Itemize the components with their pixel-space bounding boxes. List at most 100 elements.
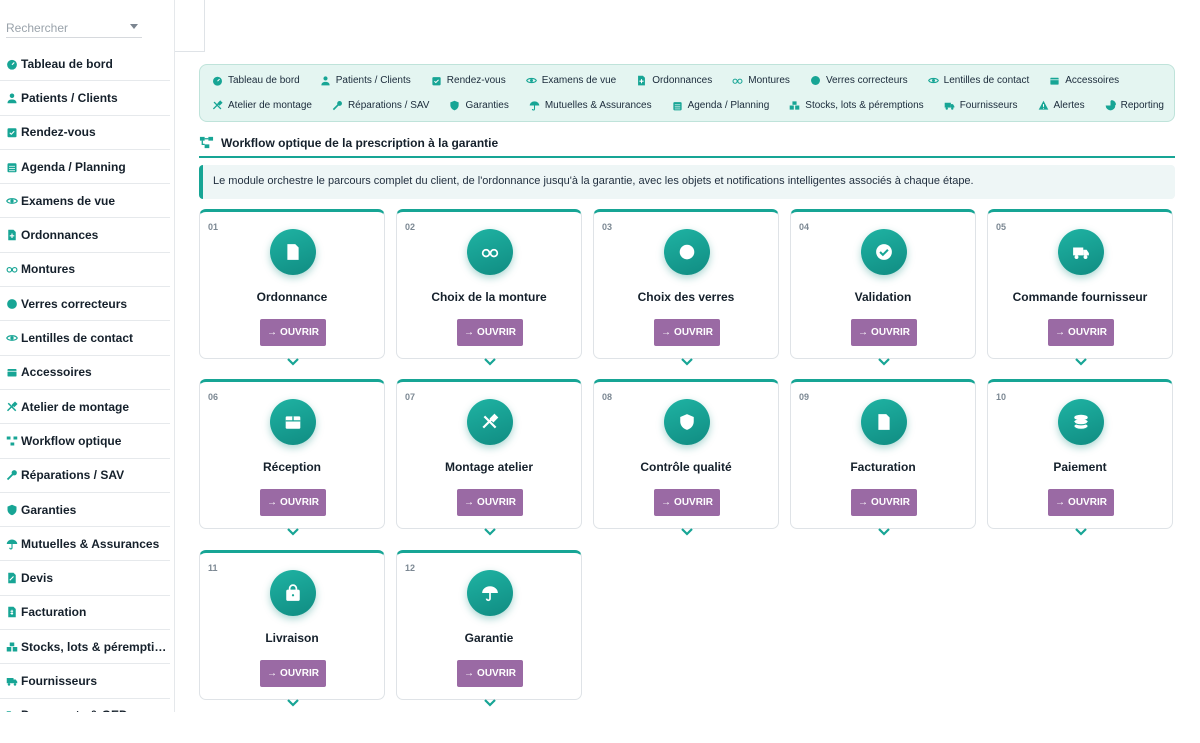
top-menu-item[interactable]: Mutuelles & Assurances: [529, 98, 652, 112]
sidebar-item[interactable]: Devis: [0, 561, 170, 596]
sidebar-item-label: Agenda / Planning: [21, 159, 126, 174]
workflow-step-card: 01 Ordonnance → OUVRIR: [199, 209, 385, 366]
open-button-label: OUVRIR: [280, 668, 319, 679]
search-placeholder: Rechercher: [6, 21, 69, 35]
open-button[interactable]: → OUVRIR: [1048, 489, 1114, 516]
top-menu-item[interactable]: Ordonnances: [636, 73, 712, 87]
top-menu-label: Alertes: [1053, 99, 1085, 111]
sidebar-item[interactable]: Facturation: [0, 596, 170, 631]
chevron-down-icon: [877, 524, 891, 536]
open-button[interactable]: → OUVRIR: [851, 489, 917, 516]
workflow-step-card: 08 Contrôle qualité → OUVRIR: [593, 379, 779, 536]
section-header: Workflow optique de la prescription à la…: [199, 134, 1175, 158]
top-menu-item[interactable]: Garanties: [449, 98, 509, 112]
sidebar-item-label: Ordonnances: [21, 228, 99, 243]
top-panel-box: [175, 0, 205, 52]
calendar-icon: [672, 100, 683, 111]
open-button[interactable]: → OUVRIR: [851, 319, 917, 346]
open-button[interactable]: → OUVRIR: [654, 319, 720, 346]
top-menu-item[interactable]: Montures: [732, 73, 790, 87]
top-menu-item[interactable]: Fournisseurs: [944, 98, 1018, 112]
sidebar-item[interactable]: Tableau de bord: [0, 47, 170, 82]
open-button[interactable]: → OUVRIR: [457, 319, 523, 346]
step-number: 05: [996, 222, 1007, 232]
sidebar-item[interactable]: Accessoires: [0, 356, 170, 390]
sidebar-item-label: Fournisseurs: [21, 673, 98, 688]
sidebar-item[interactable]: Montures: [0, 253, 170, 288]
step-number: 11: [208, 563, 218, 573]
gauge-icon: [6, 58, 18, 70]
workflow-step-card: 11 Livraison → OUVRIR: [199, 550, 385, 707]
chevron-down-icon: [1074, 354, 1088, 366]
top-menu-label: Agenda / Planning: [687, 99, 770, 111]
arrow-right-icon: →: [464, 497, 475, 508]
top-menu-item[interactable]: Verres correcteurs: [810, 73, 908, 87]
open-button-label: OUVRIR: [280, 327, 319, 338]
open-button[interactable]: → OUVRIR: [1048, 319, 1114, 346]
top-menu-item[interactable]: Alertes: [1038, 98, 1085, 112]
workflow-step-card: 05 Commande fournisseur → OUVRIR: [987, 209, 1173, 366]
sidebar-item[interactable]: Rendez-vous: [0, 116, 170, 150]
top-menu-item[interactable]: Stocks, lots & péremptions: [789, 98, 924, 112]
top-menu-item[interactable]: Examens de vue: [525, 73, 617, 87]
top-menu-item[interactable]: Patients / Clients: [320, 73, 411, 87]
step-number: 10: [996, 392, 1007, 402]
sidebar-item[interactable]: Ordonnances: [0, 218, 170, 253]
step-title: Livraison: [265, 631, 319, 645]
search-select[interactable]: Rechercher: [6, 18, 142, 38]
chevron-down-icon: [1074, 524, 1088, 536]
step-title: Contrôle qualité: [640, 460, 732, 474]
arrow-right-icon: →: [267, 668, 278, 679]
arrow-right-icon: →: [661, 497, 672, 508]
arrow-right-icon: →: [1055, 327, 1066, 338]
top-menu-item[interactable]: Rendez-vous: [431, 73, 506, 87]
sidebar-item[interactable]: Atelier de montage: [0, 390, 170, 425]
top-menu-item[interactable]: Agenda / Planning: [672, 98, 770, 112]
top-menu-label: Examens de vue: [541, 74, 617, 86]
sidebar-item[interactable]: Mutuelles & Assurances: [0, 527, 170, 562]
top-menu-item[interactable]: Réparations / SAV: [332, 98, 430, 112]
tools-icon: [212, 99, 223, 111]
glasses-icon: [467, 229, 513, 275]
step-number: 01: [208, 222, 219, 232]
sidebar-item[interactable]: Documents & GED: [0, 699, 170, 712]
open-button[interactable]: → OUVRIR: [260, 660, 326, 687]
top-menu-item[interactable]: Tableau de bord: [212, 73, 300, 87]
chevron-down-icon: [680, 524, 694, 536]
step-number: 12: [405, 563, 416, 573]
open-button[interactable]: → OUVRIR: [654, 489, 720, 516]
chevron-down-icon: [877, 354, 891, 366]
top-menu-item[interactable]: Reporting: [1105, 98, 1164, 112]
sidebar-item[interactable]: Examens de vue: [0, 184, 170, 219]
open-button[interactable]: → OUVRIR: [457, 660, 523, 687]
step-title: Montage atelier: [444, 460, 534, 474]
sidebar-item[interactable]: Réparations / SAV: [0, 459, 170, 493]
open-button[interactable]: → OUVRIR: [260, 319, 326, 346]
sidebar-item[interactable]: Fournisseurs: [0, 664, 170, 699]
sidebar-item[interactable]: Lentilles de contact: [0, 321, 170, 356]
sidebar-item[interactable]: Stocks, lots & péremptions: [0, 630, 170, 665]
top-menu-item[interactable]: Atelier de montage: [212, 98, 312, 112]
step-title: Facturation: [850, 460, 916, 474]
sidebar-item[interactable]: Agenda / Planning: [0, 150, 170, 185]
top-menu-item[interactable]: Accessoires: [1049, 73, 1119, 87]
top-menu-label: Réparations / SAV: [347, 99, 430, 111]
sidebar-item[interactable]: Verres correcteurs: [0, 287, 170, 322]
sidebar-item[interactable]: Garanties: [0, 493, 170, 528]
open-button[interactable]: → OUVRIR: [260, 489, 326, 516]
invoice-icon: [861, 399, 907, 445]
box-open-icon: [270, 399, 316, 445]
top-menu-label: Lentilles de contact: [943, 74, 1030, 86]
calendar-icon: [6, 161, 18, 173]
open-button[interactable]: → OUVRIR: [457, 489, 523, 516]
open-button-label: OUVRIR: [477, 327, 516, 338]
open-button-label: OUVRIR: [1068, 497, 1107, 508]
shield-icon: [449, 100, 460, 111]
sidebar-item[interactable]: Patients / Clients: [0, 81, 170, 116]
sidebar-item-label: Atelier de montage: [21, 399, 130, 414]
sidebar-item[interactable]: Workflow optique: [0, 424, 170, 459]
top-menu-item[interactable]: Lentilles de contact: [927, 73, 1030, 87]
caret-down-icon[interactable]: [130, 24, 138, 29]
circle-icon: [810, 75, 821, 86]
sidebar-nav: Tableau de bord Patients / Clients Rendez-…: [0, 47, 170, 712]
